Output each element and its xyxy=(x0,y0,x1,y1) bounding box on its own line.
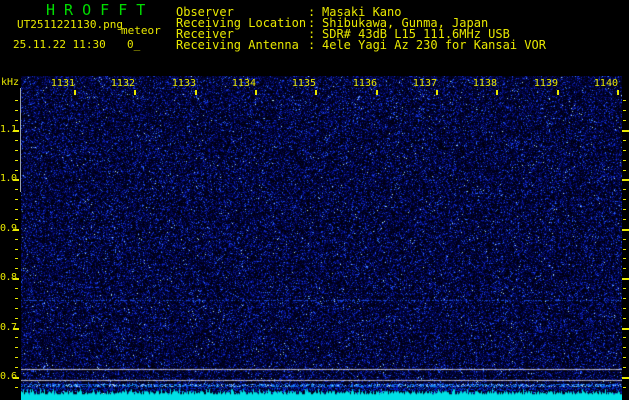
freq-tick-major-left xyxy=(13,377,19,379)
time-tick-mark xyxy=(376,90,378,95)
time-tick-label: 1133 xyxy=(171,78,196,89)
freq-tick-minor-right xyxy=(623,189,626,190)
freq-axis-unit: kHz xyxy=(1,77,20,88)
time-tick-mark xyxy=(315,90,317,95)
freq-tick-minor-right xyxy=(623,249,626,250)
freq-tick-minor-left xyxy=(15,209,18,210)
freq-tick-minor-right xyxy=(623,268,626,269)
time-tick-label: 1135 xyxy=(291,78,316,89)
time-tick-mark xyxy=(436,90,438,95)
freq-tick-major-left xyxy=(13,328,19,330)
freq-tick-major-right xyxy=(622,328,629,330)
freq-tick-minor-left xyxy=(15,298,18,299)
freq-axis-line xyxy=(20,88,21,192)
freq-tick-minor-right xyxy=(623,387,626,388)
freq-tick-minor-left xyxy=(15,140,18,141)
spectrogram-canvas xyxy=(21,76,622,400)
freq-tick-minor-left xyxy=(15,318,18,319)
freq-tick-minor-right xyxy=(623,239,626,240)
time-tick-mark xyxy=(74,90,76,95)
freq-tick-minor-right xyxy=(623,199,626,200)
freq-tick-minor-right xyxy=(623,120,626,121)
freq-tick-major-right xyxy=(622,130,629,132)
time-tick-label: 1138 xyxy=(472,78,497,89)
freq-tick-minor-left xyxy=(15,258,18,259)
freq-tick-major-left xyxy=(13,179,19,181)
freq-tick-minor-left xyxy=(15,308,18,309)
freq-tick-minor-left xyxy=(15,160,18,161)
observation-row: Receiving Antenna : 4ele Yagi Az 230 for… xyxy=(176,39,626,51)
freq-tick-minor-right xyxy=(623,298,626,299)
time-tick-label: 1132 xyxy=(110,78,135,89)
freq-tick-minor-right xyxy=(623,209,626,210)
observation-label: Receiving Antenna xyxy=(176,38,299,52)
freq-tick-minor-left xyxy=(15,219,18,220)
freq-tick-minor-right xyxy=(623,288,626,289)
freq-tick-minor-left xyxy=(15,199,18,200)
freq-tick-minor-left xyxy=(15,387,18,388)
freq-tick-minor-right xyxy=(623,219,626,220)
freq-tick-minor-right xyxy=(623,367,626,368)
freq-tick-major-right xyxy=(622,377,629,379)
freq-tick-minor-left xyxy=(15,337,18,338)
time-tick-mark xyxy=(134,90,136,95)
observation-tag: meteor xyxy=(121,24,161,37)
filename: UT2511221130.png xyxy=(17,18,123,31)
time-tick-mark xyxy=(557,90,559,95)
freq-tick-major-left xyxy=(13,278,19,280)
freq-tick-major-left xyxy=(13,229,19,231)
freq-tick-minor-right xyxy=(623,150,626,151)
app-title: H R O F F T xyxy=(46,1,146,19)
freq-tick-minor-right xyxy=(623,318,626,319)
freq-tick-major-right xyxy=(622,278,629,280)
freq-tick-major-right xyxy=(622,179,629,181)
time-tick-label: 1136 xyxy=(352,78,377,89)
freq-tick-minor-right xyxy=(623,100,626,101)
freq-tick-minor-left xyxy=(15,357,18,358)
time-tick-label: 1137 xyxy=(412,78,437,89)
time-tick-mark xyxy=(255,90,257,95)
freq-tick-minor-right xyxy=(623,140,626,141)
freq-tick-major-left xyxy=(13,130,19,132)
freq-tick-minor-right xyxy=(623,110,626,111)
freq-tick-minor-right xyxy=(623,357,626,358)
freq-tick-minor-left xyxy=(15,110,18,111)
freq-tick-minor-right xyxy=(623,337,626,338)
time-tick-label: 1140 xyxy=(593,78,618,89)
freq-tick-minor-left xyxy=(15,288,18,289)
freq-tick-minor-left xyxy=(15,100,18,101)
freq-tick-minor-right xyxy=(623,258,626,259)
freq-tick-minor-left xyxy=(15,249,18,250)
freq-tick-minor-left xyxy=(15,170,18,171)
freq-tick-minor-left xyxy=(15,367,18,368)
time-tick-mark xyxy=(617,90,619,95)
time-tick-mark xyxy=(496,90,498,95)
freq-tick-minor-left xyxy=(15,120,18,121)
freq-tick-minor-right xyxy=(623,160,626,161)
timestamp: 25.11.22 11:30 xyxy=(13,38,106,51)
observation-colon: : xyxy=(308,38,316,52)
freq-tick-minor-right xyxy=(623,170,626,171)
time-tick-label: 1134 xyxy=(231,78,256,89)
freq-tick-minor-right xyxy=(623,308,626,309)
freq-tick-major-right xyxy=(622,229,629,231)
freq-tick-minor-left xyxy=(15,189,18,190)
time-tick-label: 1131 xyxy=(50,78,75,89)
freq-tick-minor-left xyxy=(15,150,18,151)
cursor-indicator: 0_ xyxy=(127,38,141,51)
observation-value: 4ele Yagi Az 230 for Kansai VOR xyxy=(322,38,546,52)
time-tick-mark xyxy=(195,90,197,95)
freq-tick-minor-left xyxy=(15,239,18,240)
freq-tick-minor-right xyxy=(623,347,626,348)
freq-tick-minor-left xyxy=(15,268,18,269)
freq-tick-minor-left xyxy=(15,347,18,348)
time-tick-label: 1139 xyxy=(533,78,558,89)
